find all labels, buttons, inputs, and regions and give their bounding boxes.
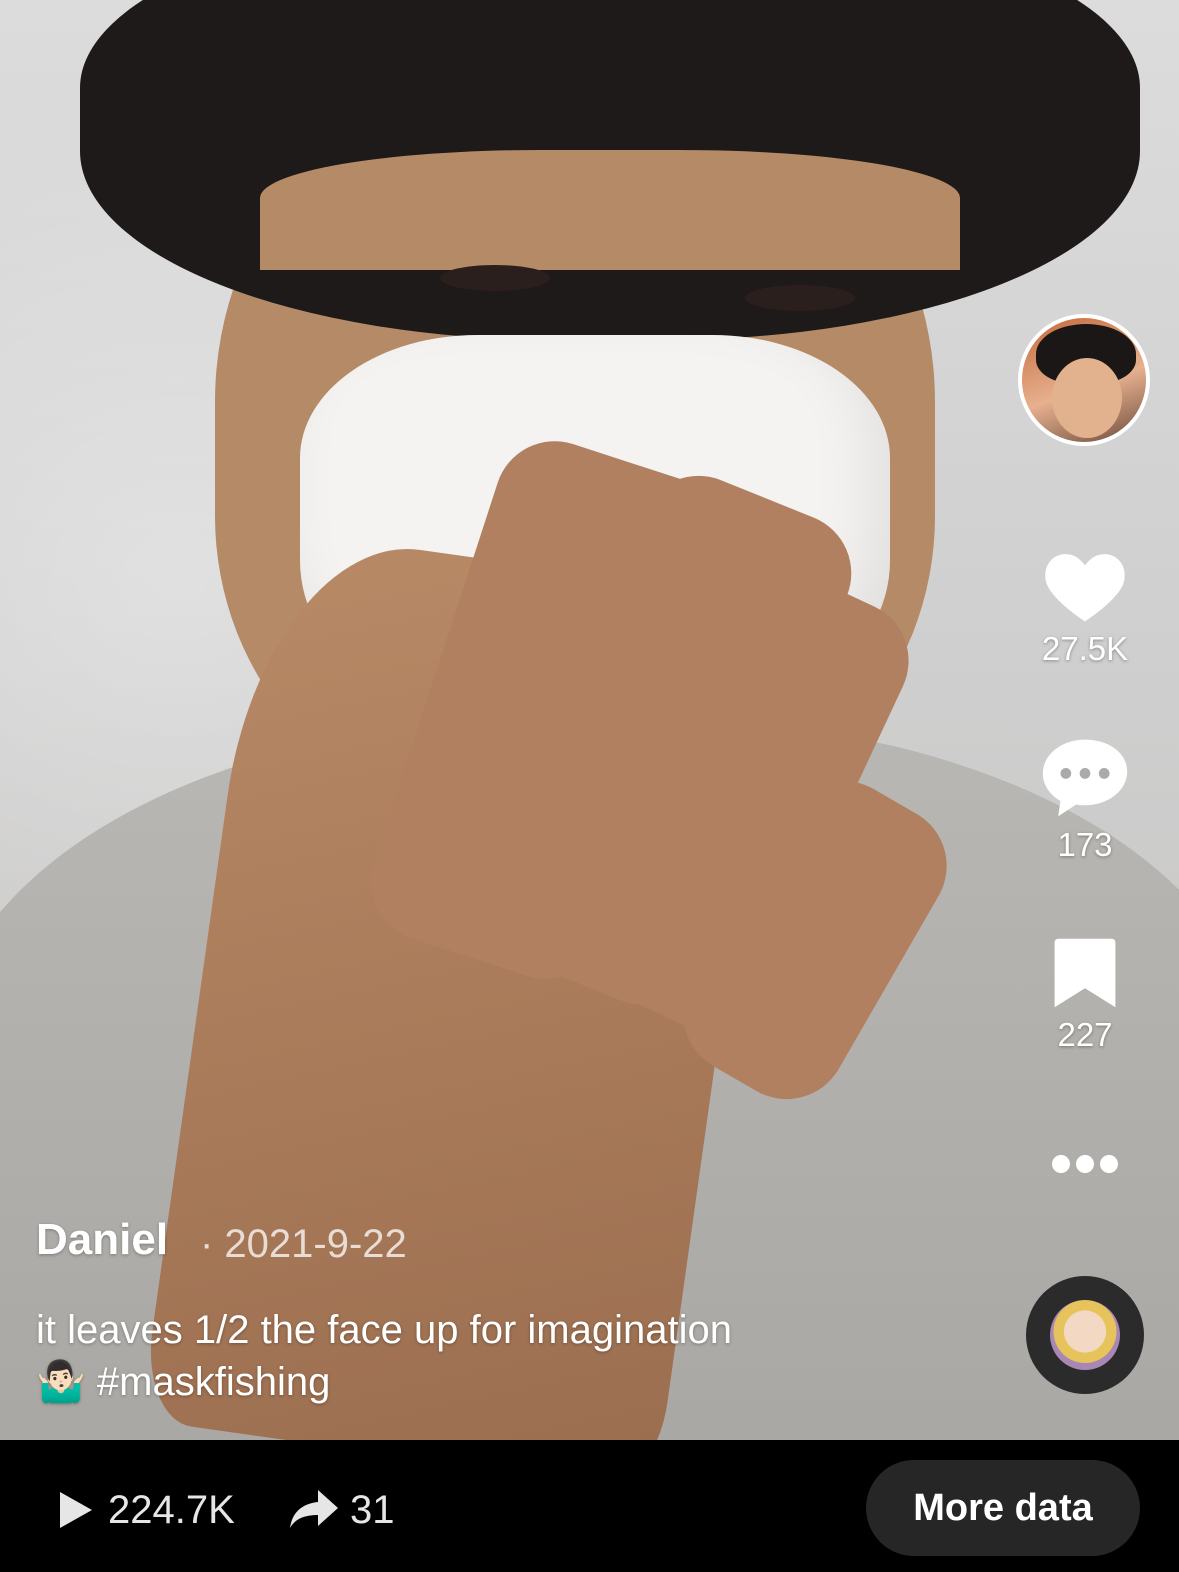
caption-line-2[interactable]: 🤷🏻‍♂️ #maskfishing: [36, 1356, 916, 1408]
video-frame[interactable]: [0, 0, 1179, 1440]
bookmark-icon: [1054, 938, 1116, 1008]
save-button[interactable]: 227: [1030, 935, 1140, 1054]
comment-bubble-icon: [1042, 739, 1128, 817]
comment-button[interactable]: 173: [1030, 735, 1140, 864]
music-cover: [1050, 1300, 1120, 1370]
author-name[interactable]: Daniel: [36, 1215, 168, 1265]
share-arrow-icon: [288, 1488, 340, 1537]
caption: it leaves 1/2 the face up for imaginatio…: [36, 1304, 916, 1408]
post-date: · 2021-9-22: [200, 1222, 407, 1266]
play-icon: [58, 1490, 94, 1535]
author-avatar[interactable]: [1018, 314, 1150, 446]
heart-icon: [1045, 554, 1125, 622]
share-count: 31: [350, 1488, 395, 1532]
forehead: [260, 150, 960, 270]
left-eye: [440, 265, 550, 291]
more-dots-icon: [1052, 1155, 1118, 1173]
play-count: 224.7K: [108, 1488, 235, 1532]
like-count: 27.5K: [1041, 630, 1129, 667]
comment-count: 173: [1057, 826, 1113, 863]
more-data-button[interactable]: More data: [866, 1460, 1140, 1556]
like-button[interactable]: 27.5K: [1030, 545, 1140, 668]
caption-line-1: it leaves 1/2 the face up for imaginatio…: [36, 1308, 732, 1352]
avatar-face: [1052, 358, 1122, 438]
more-options-button[interactable]: [1030, 1152, 1140, 1181]
right-eye: [745, 285, 855, 311]
music-disc[interactable]: [1026, 1276, 1144, 1394]
save-count: 227: [1057, 1016, 1113, 1053]
